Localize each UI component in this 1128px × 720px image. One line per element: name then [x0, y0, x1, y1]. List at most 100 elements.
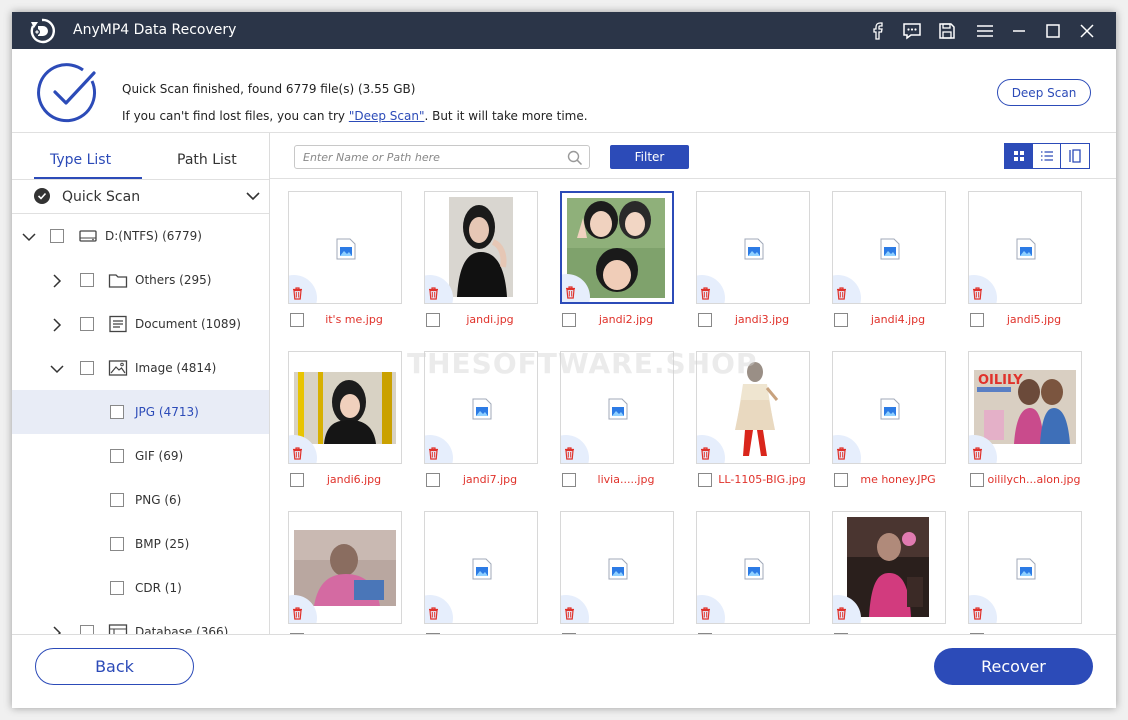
- checkbox[interactable]: [80, 625, 94, 634]
- close-icon[interactable]: [1074, 18, 1100, 44]
- file-thumbnail[interactable]: [424, 191, 538, 304]
- file-card[interactable]: jandi.jpg: [406, 179, 542, 331]
- tree-item-jpg[interactable]: JPG (4713): [12, 390, 269, 434]
- facebook-icon[interactable]: [865, 18, 891, 44]
- tree-item-database[interactable]: Database (366): [12, 610, 269, 634]
- file-thumbnail[interactable]: [424, 511, 538, 624]
- file-thumbnail[interactable]: [832, 191, 946, 304]
- file-checkbox[interactable]: [426, 313, 440, 327]
- scan-hint-prefix: If you can't find lost files, you can tr…: [122, 109, 349, 123]
- file-checkbox[interactable]: [834, 313, 848, 327]
- scan-hint-suffix: . But it will take more time.: [424, 109, 588, 123]
- list-view-button[interactable]: [1033, 144, 1061, 168]
- trash-icon: [293, 287, 302, 300]
- chevron-down-icon[interactable]: [50, 362, 64, 376]
- tree-item-label: PNG (6): [135, 493, 182, 507]
- tree-item-label: Document (1089): [135, 317, 241, 331]
- search-icon[interactable]: [567, 150, 583, 166]
- file-card[interactable]: me honey.JPG: [814, 339, 950, 491]
- file-checkbox[interactable]: [970, 313, 984, 327]
- tree-item-png[interactable]: PNG (6): [12, 478, 269, 522]
- file-card[interactable]: jandi2.jpg: [542, 179, 678, 331]
- tree-item-image[interactable]: Image (4814): [12, 346, 269, 390]
- file-checkbox[interactable]: [562, 313, 576, 327]
- file-name: jandi.jpg: [466, 313, 514, 326]
- file-thumbnail[interactable]: [696, 191, 810, 304]
- tree-item-document[interactable]: Document (1089): [12, 302, 269, 346]
- document-icon: [109, 315, 127, 333]
- checkbox[interactable]: [80, 361, 94, 375]
- photo-thumbnail: [847, 517, 929, 617]
- file-card[interactable]: jandi5.jpg: [950, 179, 1086, 331]
- file-thumbnail[interactable]: [832, 351, 946, 464]
- checkbox[interactable]: [110, 449, 124, 463]
- checkbox[interactable]: [110, 581, 124, 595]
- file-card[interactable]: [270, 499, 406, 634]
- chevron-down-icon[interactable]: [22, 230, 36, 244]
- file-card[interactable]: [950, 499, 1086, 634]
- file-card[interactable]: [406, 499, 542, 634]
- file-card[interactable]: jandi6.jpg: [270, 339, 406, 491]
- file-checkbox[interactable]: [834, 473, 848, 487]
- preview-view-button[interactable]: [1061, 144, 1089, 168]
- file-card[interactable]: it's me.jpg: [270, 179, 406, 331]
- file-thumbnail[interactable]: [560, 191, 674, 304]
- grid-view-button[interactable]: [1005, 144, 1033, 168]
- file-thumbnail[interactable]: [832, 511, 946, 624]
- recover-button[interactable]: Recover: [934, 648, 1093, 685]
- tab-type-list[interactable]: Type List: [50, 152, 111, 168]
- file-thumbnail[interactable]: [288, 511, 402, 624]
- tree-item-gif[interactable]: GIF (69): [12, 434, 269, 478]
- file-checkbox[interactable]: [290, 313, 304, 327]
- deep-scan-button[interactable]: Deep Scan: [997, 79, 1091, 106]
- tree-item-others[interactable]: Others (295): [12, 258, 269, 302]
- file-checkbox[interactable]: [426, 473, 440, 487]
- chevron-down-icon[interactable]: [246, 191, 260, 201]
- file-checkbox[interactable]: [698, 473, 712, 487]
- file-name: jandi2.jpg: [598, 313, 654, 326]
- filter-button[interactable]: Filter: [610, 145, 689, 169]
- checkbox[interactable]: [50, 229, 64, 243]
- image-placeholder-icon: [1016, 558, 1036, 580]
- file-thumbnail[interactable]: [696, 511, 810, 624]
- file-card[interactable]: OILILY oililych...alon.jpg: [950, 339, 1086, 491]
- tree-item-cdr[interactable]: CDR (1): [12, 566, 269, 610]
- file-checkbox[interactable]: [290, 473, 304, 487]
- file-card[interactable]: jandi4.jpg: [814, 179, 950, 331]
- feedback-icon[interactable]: [899, 18, 925, 44]
- tab-path-list[interactable]: Path List: [177, 152, 237, 168]
- checkbox[interactable]: [80, 317, 94, 331]
- deep-scan-link[interactable]: "Deep Scan": [349, 109, 425, 123]
- save-icon[interactable]: [934, 18, 960, 44]
- checkbox[interactable]: [110, 405, 124, 419]
- file-thumbnail[interactable]: [288, 191, 402, 304]
- file-thumbnail[interactable]: [968, 191, 1082, 304]
- tree-item-bmp[interactable]: BMP (25): [12, 522, 269, 566]
- file-name: jandi7.jpg: [462, 473, 518, 486]
- file-thumbnail[interactable]: [560, 511, 674, 624]
- file-card[interactable]: jandi3.jpg: [678, 179, 814, 331]
- file-checkbox[interactable]: [562, 473, 576, 487]
- checkbox[interactable]: [110, 493, 124, 507]
- file-checkbox[interactable]: [970, 473, 984, 487]
- checkbox[interactable]: [110, 537, 124, 551]
- file-card[interactable]: [542, 499, 678, 634]
- file-card[interactable]: [814, 499, 950, 634]
- checkbox[interactable]: [80, 273, 94, 287]
- maximize-icon[interactable]: [1040, 18, 1066, 44]
- file-name: it's me.jpg: [325, 313, 383, 326]
- menu-icon[interactable]: [972, 18, 998, 44]
- quick-scan-selector[interactable]: Quick Scan: [12, 180, 269, 214]
- minimize-icon[interactable]: [1006, 18, 1032, 44]
- chevron-right-icon[interactable]: [50, 274, 64, 288]
- file-thumbnail[interactable]: [288, 351, 402, 464]
- file-checkbox[interactable]: [698, 313, 712, 327]
- back-button[interactable]: Back: [35, 648, 194, 685]
- search-input[interactable]: [303, 149, 553, 165]
- file-card[interactable]: [678, 499, 814, 634]
- chevron-right-icon[interactable]: [50, 318, 64, 332]
- chevron-right-icon[interactable]: [50, 626, 64, 634]
- file-thumbnail[interactable]: [968, 511, 1082, 624]
- file-thumbnail[interactable]: OILILY: [968, 351, 1082, 464]
- tree-item-drive[interactable]: D:(NTFS) (6779): [12, 214, 269, 258]
